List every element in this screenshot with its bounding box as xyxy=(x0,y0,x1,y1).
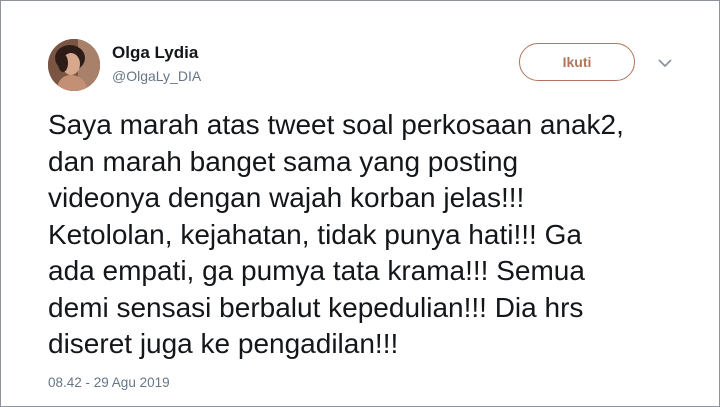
profile-photo-icon xyxy=(48,39,100,91)
follow-button[interactable]: Ikuti xyxy=(519,43,635,81)
follow-button-label: Ikuti xyxy=(562,54,592,70)
tweet-text: Saya marah atas tweet soal perkosaan ana… xyxy=(48,109,624,359)
tweet-timestamp[interactable]: 08.42 - 29 Agu 2019 xyxy=(48,375,170,390)
chevron-down-icon xyxy=(658,59,672,67)
display-name[interactable]: Olga Lydia xyxy=(112,43,198,63)
tweet-card: Olga Lydia @OlgaLy_DIA Ikuti Saya marah … xyxy=(0,0,720,407)
avatar[interactable] xyxy=(48,39,100,91)
more-options-button[interactable] xyxy=(654,53,676,73)
screen-name[interactable]: @OlgaLy_DIA xyxy=(112,68,201,84)
